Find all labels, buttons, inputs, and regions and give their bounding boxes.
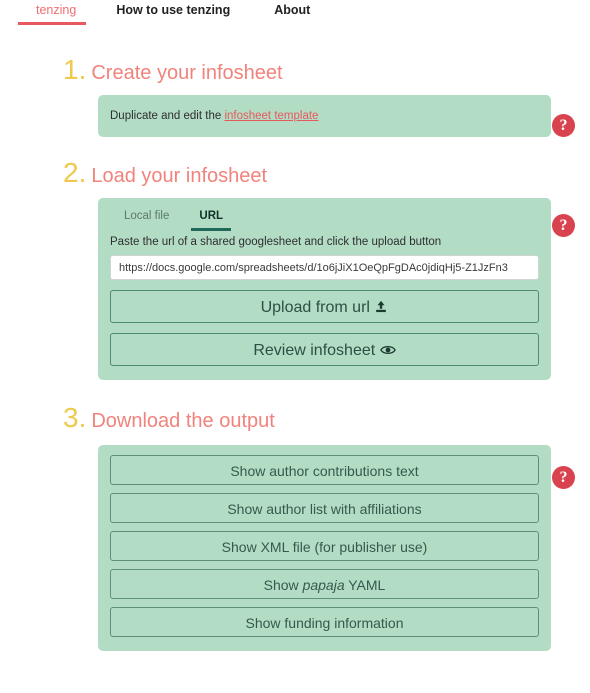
show-author-contributions-text-button[interactable]: Show author contributions text [110, 455, 539, 485]
help-icon-section-1[interactable]: ? [552, 114, 575, 137]
nav-active-underline [18, 22, 86, 25]
duplicate-instruction-text: Duplicate and edit the [110, 110, 225, 122]
section-load-infosheet: 2. Load your infosheet ? Local file URL … [0, 159, 590, 380]
nav-item-about[interactable]: About [252, 0, 332, 18]
papaja-label-pre: Show [263, 577, 303, 593]
papaja-label-italic: papaja [302, 577, 345, 593]
load-source-tabs: Local file URL [110, 207, 539, 231]
section-2-panel: Local file URL Paste the url of a shared… [98, 198, 551, 380]
section-2-title: Load your infosheet [91, 165, 268, 187]
upload-from-url-button[interactable]: Upload from url [110, 290, 539, 323]
review-infosheet-label: Review infosheet [253, 342, 376, 359]
section-1-panel: Duplicate and edit the infosheet templat… [98, 95, 551, 137]
tab-url[interactable]: URL [191, 207, 232, 231]
papaja-label-post: YAML [344, 577, 386, 593]
googlesheet-url-input[interactable] [110, 255, 539, 280]
show-papaja-yaml-button[interactable]: Show papaja YAML [110, 569, 539, 599]
infosheet-template-link[interactable]: infosheet template [224, 110, 318, 122]
navbar: tenzing How to use tenzing About [0, 0, 590, 28]
section-2-heading: 2. Load your infosheet [0, 159, 590, 187]
show-funding-information-button[interactable]: Show funding information [110, 607, 539, 637]
eye-icon [379, 342, 396, 358]
nav-item-how-to-use-tenzing[interactable]: How to use tenzing [94, 0, 252, 18]
section-3-number: 3. [63, 402, 87, 433]
review-infosheet-button[interactable]: Review infosheet [110, 333, 539, 366]
upload-icon [374, 299, 388, 315]
section-2-number: 2. [63, 157, 87, 188]
nav-items: tenzing How to use tenzing About [0, 0, 590, 18]
nav-item-tenzing[interactable]: tenzing [18, 0, 94, 18]
show-xml-file-button[interactable]: Show XML file (for publisher use) [110, 531, 539, 561]
upload-from-url-label: Upload from url [260, 299, 370, 316]
help-icon-section-3[interactable]: ? [552, 466, 575, 489]
url-hint-text: Paste the url of a shared googlesheet an… [110, 236, 442, 248]
help-icon-section-2[interactable]: ? [552, 214, 575, 237]
section-download-output: 3. Download the output ? Show author con… [0, 404, 590, 651]
section-3-title: Download the output [91, 410, 275, 432]
tab-local-file[interactable]: Local file [116, 207, 177, 228]
section-1-title: Create your infosheet [91, 62, 283, 84]
section-1-number: 1. [63, 54, 87, 85]
show-author-list-with-affiliations-button[interactable]: Show author list with affiliations [110, 493, 539, 523]
section-1-heading: 1. Create your infosheet [0, 56, 590, 84]
section-3-panel: Show author contributions text Show auth… [98, 445, 551, 651]
section-create-infosheet: 1. Create your infosheet ? Duplicate and… [0, 56, 590, 137]
section-3-heading: 3. Download the output [0, 404, 590, 432]
duplicate-instruction: Duplicate and edit the infosheet templat… [110, 110, 318, 122]
